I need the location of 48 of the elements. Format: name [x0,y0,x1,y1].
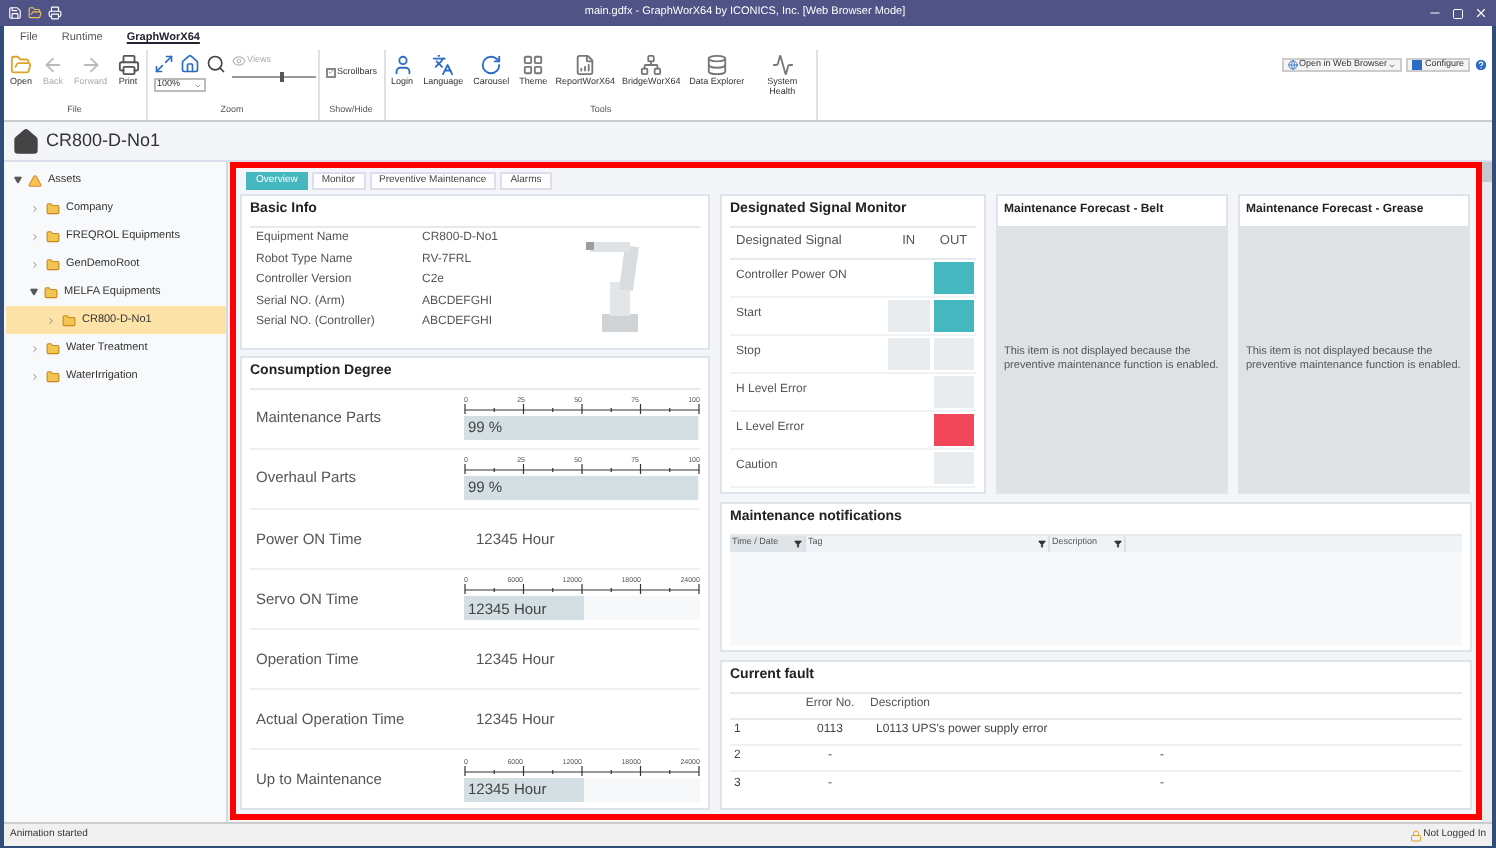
asset-icon [28,173,42,187]
pulse-icon [771,54,794,76]
help-icon[interactable] [1474,58,1488,72]
folder-icon [62,313,76,327]
close-icon[interactable] [1474,6,1488,20]
filter-icon[interactable] [794,539,802,547]
scale-icon [464,765,700,775]
scale-icon [464,464,700,475]
printer-icon[interactable] [48,6,62,20]
globe-icon [1287,60,1298,70]
network-icon [640,54,663,76]
zoom-slider-thumb[interactable] [279,72,284,82]
folder-icon [44,285,58,299]
eye-icon [231,54,246,68]
scale-icon [464,404,700,415]
refresh-icon [480,54,503,76]
filter-icon[interactable] [1114,539,1122,547]
grid-icon [522,54,545,76]
folder-icon [46,257,60,271]
scrollbar[interactable] [1482,162,1492,822]
folder-icon[interactable] [28,6,42,20]
back-arrow-icon [42,54,65,76]
expanded-caret-icon[interactable] [30,288,38,296]
printer-icon [117,54,140,76]
scale-icon [464,584,700,595]
configure-icon [1412,60,1423,70]
folder-icon [46,369,60,383]
save-icon[interactable] [8,6,22,20]
checkbox-icon [325,67,336,78]
minimize-icon[interactable] [1428,6,1442,20]
folder-icon [46,201,60,215]
filter-icon[interactable] [1038,539,1046,547]
folder-icon [46,341,60,355]
lock-icon [1409,829,1422,841]
folder-icon [46,229,60,243]
database-icon [705,54,728,76]
maximize-icon[interactable] [1452,7,1464,19]
page-title: CR800-D-No1 [46,127,161,154]
fit-icon[interactable] [153,54,174,74]
search-icon[interactable] [205,54,226,74]
forward-arrow-icon [79,54,102,76]
expanded-caret-icon[interactable] [14,176,22,184]
report-icon [574,54,597,76]
home-icon[interactable] [179,54,200,74]
home-icon[interactable] [12,127,40,155]
language-icon [432,54,455,76]
folder-icon [10,54,32,76]
user-icon [391,54,414,76]
